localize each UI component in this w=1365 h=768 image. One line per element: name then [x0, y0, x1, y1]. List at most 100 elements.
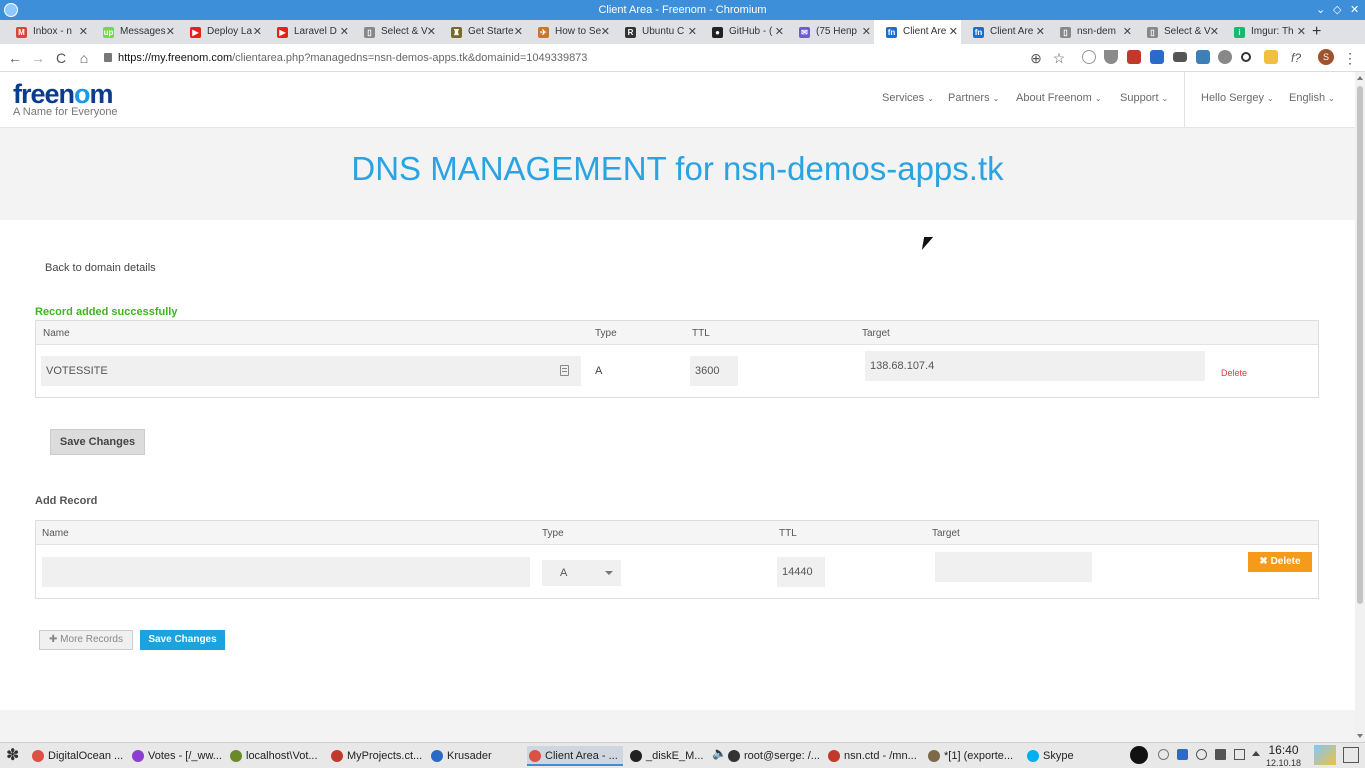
browser-tab[interactable]: ▶ Laravel D ✕ [265, 20, 352, 44]
extension-gear-icon[interactable] [1218, 50, 1232, 64]
tab-close-icon[interactable]: ✕ [949, 20, 958, 44]
nav-partners[interactable]: Partners ⌄ [948, 92, 999, 104]
zoom-icon[interactable]: ⊕ [1027, 48, 1045, 68]
new-record-ttl-input[interactable]: 14440 [777, 557, 825, 587]
tab-close-icon[interactable]: ✕ [1123, 20, 1132, 44]
taskbar-item[interactable]: nsn.ctd - /mn... [826, 746, 922, 766]
back-arrow-icon[interactable]: ← [6, 48, 24, 68]
tab-close-icon[interactable]: ✕ [1036, 20, 1045, 44]
new-record-type-select[interactable]: A [542, 560, 621, 586]
tab-close-icon[interactable]: ✕ [79, 20, 88, 44]
freenom-logo[interactable]: freenom [13, 79, 114, 109]
tab-close-icon[interactable]: ✕ [862, 20, 871, 44]
function-icon[interactable]: f? [1286, 48, 1306, 68]
tab-close-icon[interactable]: ✕ [688, 20, 697, 44]
tab-close-icon[interactable]: ✕ [427, 20, 436, 44]
user-menu[interactable]: Hello Sergey ⌄ [1201, 92, 1274, 104]
home-icon[interactable]: ⌂ [75, 48, 93, 68]
extension-bars-icon[interactable] [1173, 52, 1187, 62]
clock[interactable]: 16:40 12.10.18 [1266, 744, 1301, 768]
new-tab-button[interactable]: + [1312, 20, 1328, 44]
browser-tab[interactable]: fn Client Are ✕ [874, 20, 961, 44]
taskbar-item[interactable]: root@serge: /... [726, 746, 822, 766]
profile-avatar[interactable]: S [1318, 49, 1334, 65]
browser-tab[interactable]: ▯ Select & V ✕ [352, 20, 439, 44]
taskbar-item[interactable]: MyProjects.ct... [329, 746, 425, 766]
extension-search-icon[interactable] [1241, 52, 1251, 62]
extension-red-icon[interactable] [1127, 50, 1141, 64]
clipboard-icon[interactable] [560, 365, 569, 376]
extension-note-icon[interactable] [1264, 50, 1278, 64]
taskbar-item[interactable]: *[1] (exporte... [926, 746, 1022, 766]
network-tray-icon[interactable] [1177, 749, 1188, 760]
menu-icon[interactable]: ⋮ [1341, 48, 1359, 68]
new-record-target-input[interactable] [935, 552, 1092, 582]
volume-icon[interactable]: 🔈 [712, 746, 727, 760]
tab-close-icon[interactable]: ✕ [775, 20, 784, 44]
browser-tab[interactable]: ▶ Deploy La ✕ [178, 20, 265, 44]
browser-tab[interactable]: ▯ nsn-dem ✕ [1048, 20, 1135, 44]
record-ttl-input[interactable]: 3600 [690, 356, 738, 386]
taskbar-item[interactable]: localhost\Vot... [228, 746, 324, 766]
browser-tab[interactable]: ✈ How to Se ✕ [526, 20, 613, 44]
taskbar-item[interactable]: DigitalOcean ... [30, 746, 126, 766]
desktop-preview-icon[interactable] [1314, 745, 1336, 765]
browser-tab[interactable]: i Imgur: Th ✕ [1222, 20, 1309, 44]
page-scrollbar[interactable] [1355, 72, 1365, 742]
delete-record-link[interactable]: Delete [1221, 368, 1247, 378]
browser-tab[interactable]: M Inbox - n ✕ [4, 20, 91, 44]
nav-support[interactable]: Support ⌄ [1120, 92, 1168, 104]
tab-close-icon[interactable]: ✕ [514, 20, 523, 44]
tab-close-icon[interactable]: ✕ [340, 20, 349, 44]
scroll-down-icon[interactable] [1357, 734, 1363, 738]
tab-close-icon[interactable]: ✕ [1297, 20, 1306, 44]
language-menu[interactable]: English ⌄ [1289, 92, 1335, 104]
browser-tab[interactable]: ♜ Get Starte ✕ [439, 20, 526, 44]
show-desktop-icon[interactable] [1343, 747, 1359, 763]
tab-close-icon[interactable]: ✕ [166, 20, 175, 44]
taskbar-item[interactable]: Krusader [429, 746, 525, 766]
save-new-records-button[interactable]: Save Changes [140, 630, 225, 650]
reload-icon[interactable]: C [52, 48, 70, 68]
address-bar[interactable]: https://my.freenom.com/clientarea.php?ma… [104, 48, 1044, 68]
battery-tray-icon[interactable] [1215, 749, 1226, 760]
browser-tab[interactable]: R Ubuntu C ✕ [613, 20, 700, 44]
new-record-name-input[interactable] [42, 557, 530, 587]
save-changes-button[interactable]: Save Changes [50, 429, 145, 455]
start-menu-icon[interactable]: ✽ [6, 745, 19, 765]
record-name-input[interactable]: VOTESSITE [41, 356, 581, 386]
nav-services[interactable]: Services ⌄ [882, 92, 934, 104]
settings-tray-icon[interactable] [1196, 749, 1207, 760]
forward-arrow-icon[interactable]: → [29, 48, 47, 68]
browser-tab[interactable]: ● GitHub - (✕ [700, 20, 787, 44]
assistant-tray-icon[interactable] [1130, 746, 1148, 764]
clipboard-tray-icon[interactable] [1234, 749, 1245, 760]
tab-close-icon[interactable]: ✕ [1210, 20, 1219, 44]
browser-tab[interactable]: ▯ Select & V ✕ [1135, 20, 1222, 44]
taskbar-item[interactable]: Skype [1025, 746, 1095, 766]
extension-blue-icon[interactable] [1150, 50, 1164, 64]
tab-close-icon[interactable]: ✕ [253, 20, 262, 44]
close-window-button[interactable]: ✕ [1350, 0, 1359, 20]
extension-shield-icon[interactable] [1104, 50, 1118, 64]
tab-close-icon[interactable]: ✕ [601, 20, 610, 44]
browser-tab[interactable]: up Messages ✕ [91, 20, 178, 44]
minimize-button[interactable]: ⌄ [1316, 0, 1325, 20]
maximize-button[interactable]: ◇ [1333, 0, 1341, 20]
taskbar-item[interactable]: _diskE_M... [628, 746, 706, 766]
extension-circle-icon[interactable] [1082, 50, 1096, 64]
bookmark-star-icon[interactable]: ☆ [1050, 48, 1068, 68]
delete-new-record-button[interactable]: ✖ Delete [1248, 552, 1312, 572]
more-records-button[interactable]: ✚ More Records [39, 630, 133, 650]
back-to-domain-link[interactable]: Back to domain details [45, 262, 156, 274]
info-tray-icon[interactable] [1158, 749, 1169, 760]
browser-tab[interactable]: ✉ (75 Непр ✕ [787, 20, 874, 44]
tray-expand-icon[interactable] [1252, 751, 1260, 756]
scrollbar-thumb[interactable] [1357, 86, 1363, 604]
taskbar-item[interactable]: Votes - [/_ww... [130, 746, 226, 766]
browser-tab[interactable]: fn Client Are ✕ [961, 20, 1048, 44]
extension-pen-icon[interactable] [1196, 50, 1210, 64]
taskbar-item[interactable]: Client Area - ... [527, 746, 623, 766]
scroll-up-icon[interactable] [1357, 76, 1363, 80]
record-target-input[interactable]: 138.68.107.4 [865, 351, 1205, 381]
